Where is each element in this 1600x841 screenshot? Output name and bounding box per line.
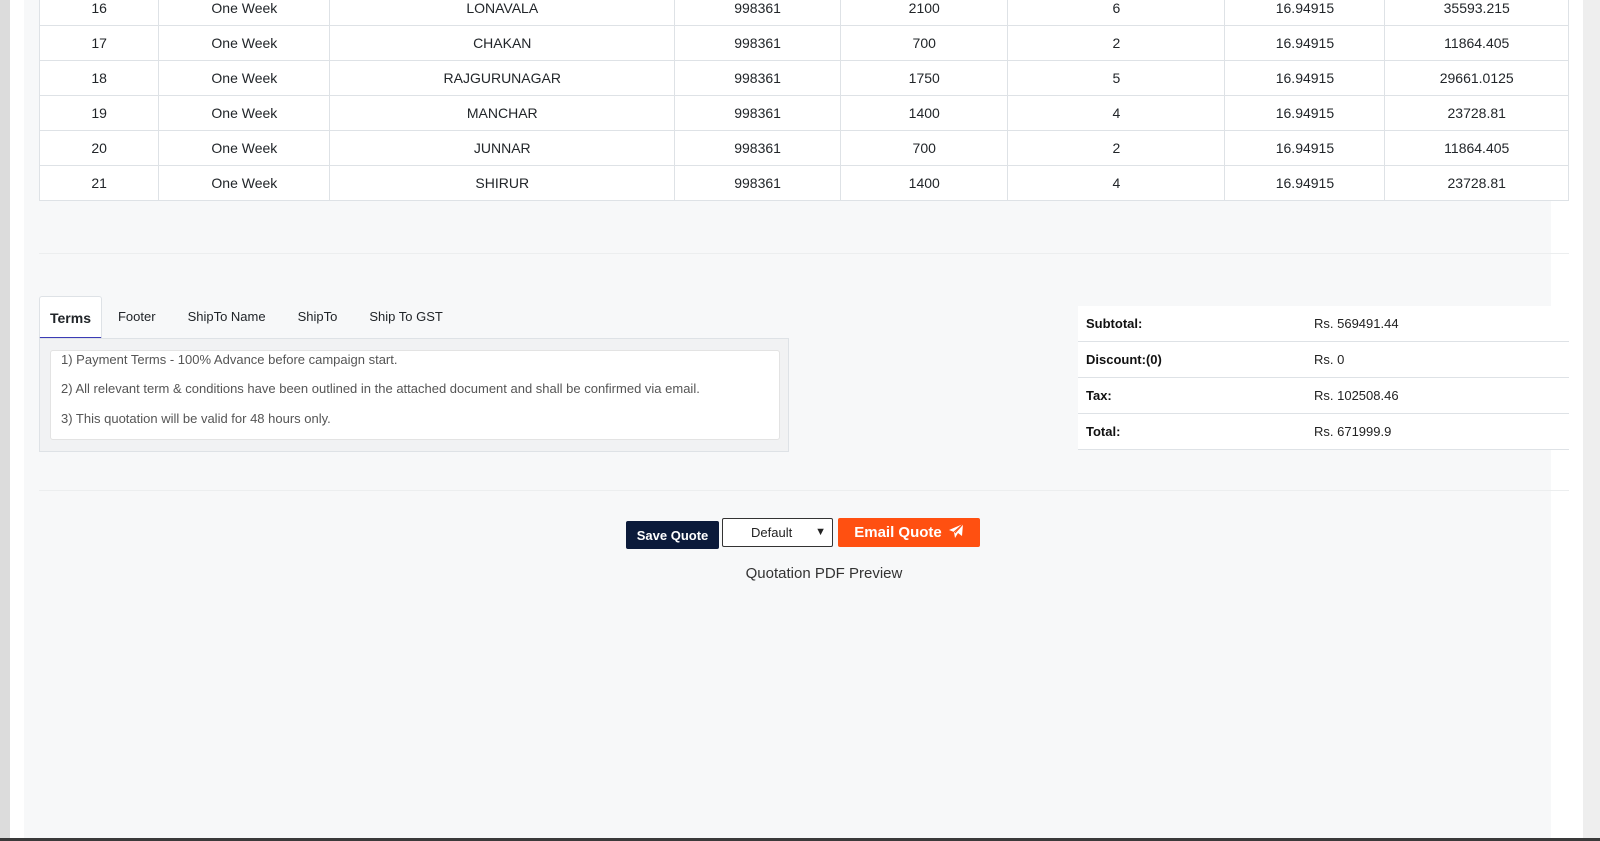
paper-plane-icon [948, 523, 964, 543]
table-cell: 998361 [674, 25, 842, 61]
table-cell: 35593.215 [1384, 0, 1569, 26]
table-cell: 2 [1007, 130, 1226, 166]
table-cell: One Week [158, 95, 331, 131]
table-cell: CHAKAN [329, 25, 676, 61]
discount-label: Discount:(0) [1086, 352, 1162, 367]
section-divider [39, 490, 1569, 491]
quote-items-table: 16 One Week LONAVALA 998361 2100 6 16.94915 355… [38, 0, 1569, 201]
table-cell: 998361 [674, 165, 842, 201]
window-left-edge [0, 0, 10, 841]
tab-ship-to-gst[interactable]: Ship To GST [353, 296, 458, 338]
table-cell: 16.94915 [1224, 165, 1386, 201]
table-cell: RAJGURUNAGAR [329, 60, 676, 96]
sidebar-edge [10, 0, 25, 841]
scrollbar-track[interactable] [1583, 0, 1600, 841]
total-label: Total: [1086, 424, 1121, 439]
tab-shipto[interactable]: ShipTo [282, 296, 354, 338]
section-divider [39, 253, 1569, 254]
table-cell: 2100 [840, 0, 1009, 26]
subtotal-label: Subtotal: [1086, 316, 1143, 331]
table-row: 20 One Week JUNNAR 998361 700 2 16.94915 11864.… [38, 130, 1569, 166]
table-cell: One Week [158, 130, 331, 166]
table-cell: LONAVALA [329, 0, 676, 26]
discount-row: Discount:(0) Rs. 0 [1078, 342, 1569, 378]
table-row: 17 One Week CHAKAN 998361 700 2 16.94915 11864.… [38, 25, 1569, 61]
table-cell: MANCHAR [329, 95, 676, 131]
table-cell: One Week [158, 25, 331, 61]
table-cell: 11864.405 [1384, 130, 1569, 166]
tax-row: Tax: Rs. 102508.46 [1078, 378, 1569, 414]
table-cell: 16.94915 [1224, 60, 1386, 96]
table-cell: 5 [1007, 60, 1226, 96]
table-row: 18 One Week RAJGURUNAGAR 998361 1750 5 16.9491… [38, 60, 1569, 96]
table-cell: 11864.405 [1384, 25, 1569, 61]
save-quote-button[interactable]: Save Quote [626, 521, 719, 549]
template-select[interactable]: Default ▼ [722, 518, 833, 547]
table-cell: One Week [158, 165, 331, 201]
table-cell: 1400 [840, 165, 1009, 201]
table-cell: 16.94915 [1224, 0, 1386, 26]
table-cell: 20 [38, 130, 160, 166]
tab-shipto-name[interactable]: ShipTo Name [172, 296, 282, 338]
table-cell: One Week [158, 60, 331, 96]
table-cell: 16.94915 [1224, 25, 1386, 61]
email-quote-button[interactable]: Email Quote [838, 518, 980, 547]
tax-label: Tax: [1086, 388, 1112, 403]
terms-tab-panel: 1) Payment Terms - 100% Advance before c… [39, 338, 789, 452]
subtotal-row: Subtotal: Rs. 569491.44 [1078, 306, 1569, 342]
tab-footer[interactable]: Footer [102, 296, 172, 338]
table-cell: 23728.81 [1384, 165, 1569, 201]
table-cell: 998361 [674, 0, 842, 26]
table-row: 16 One Week LONAVALA 998361 2100 6 16.94915 355… [38, 0, 1569, 26]
main-content: 16 One Week LONAVALA 998361 2100 6 16.94915 355… [24, 0, 1569, 838]
chevron-down-icon: ▼ [815, 526, 826, 538]
table-cell: 1750 [840, 60, 1009, 96]
table-row: 19 One Week MANCHAR 998361 1400 4 16.94915 2372… [38, 95, 1569, 131]
table-cell: 4 [1007, 165, 1226, 201]
table-cell: 21 [38, 165, 160, 201]
subtotal-value: Rs. 569491.44 [1314, 316, 1399, 331]
terms-line: 2) All relevant term & conditions have b… [61, 381, 700, 396]
tab-terms[interactable]: Terms [39, 296, 102, 340]
table-cell: 18 [38, 60, 160, 96]
table-cell: SHIRUR [329, 165, 676, 201]
total-value: Rs. 671999.9 [1314, 424, 1392, 439]
table-cell: 4 [1007, 95, 1226, 131]
tax-value: Rs. 102508.46 [1314, 388, 1399, 403]
table-cell: 16 [38, 0, 160, 26]
terms-line: 3) This quotation will be valid for 48 h… [61, 411, 331, 426]
table-cell: 29661.0125 [1384, 60, 1569, 96]
table-cell: 17 [38, 25, 160, 61]
table-cell: JUNNAR [329, 130, 676, 166]
table-cell: 998361 [674, 60, 842, 96]
terms-textarea[interactable]: 1) Payment Terms - 100% Advance before c… [50, 350, 780, 440]
table-cell: 998361 [674, 130, 842, 166]
table-cell: 23728.81 [1384, 95, 1569, 131]
discount-value: Rs. 0 [1314, 352, 1345, 367]
terms-line: 1) Payment Terms - 100% Advance before c… [61, 352, 398, 367]
table-cell: 2 [1007, 25, 1226, 61]
table-cell: 16.94915 [1224, 130, 1386, 166]
table-cell: 19 [38, 95, 160, 131]
table-cell: 1400 [840, 95, 1009, 131]
table-cell: 700 [840, 25, 1009, 61]
totals-table: Subtotal: Rs. 569491.44 Discount:(0) Rs.… [1078, 306, 1569, 450]
table-row: 21 One Week SHIRUR 998361 1400 4 16.94915 23728… [38, 165, 1569, 201]
total-row: Total: Rs. 671999.9 [1078, 414, 1569, 450]
table-cell: One Week [158, 0, 331, 26]
email-quote-label: Email Quote [854, 524, 942, 541]
table-cell: 700 [840, 130, 1009, 166]
table-cell: 998361 [674, 95, 842, 131]
quotation-pdf-preview-label: Quotation PDF Preview [745, 565, 903, 582]
table-cell: 6 [1007, 0, 1226, 26]
table-cell: 16.94915 [1224, 95, 1386, 131]
template-select-value: Default [751, 525, 793, 540]
terms-tabs: Terms Footer ShipTo Name ShipTo Ship To … [39, 296, 459, 340]
